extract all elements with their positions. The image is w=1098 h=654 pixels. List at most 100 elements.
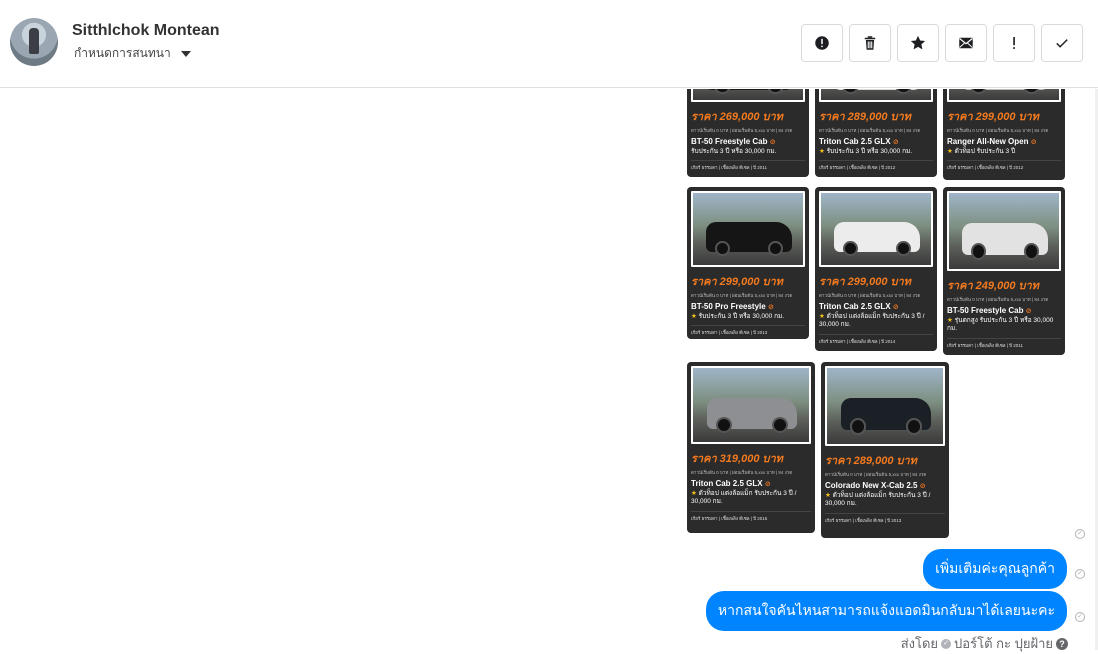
car-listing-card[interactable]: ราคา 289,000 บาท ดาวน์เริ่มต้น 0 บาท | ผ่… bbox=[815, 89, 937, 177]
star-icon: ★ bbox=[947, 317, 955, 324]
car-listing-card[interactable]: ราคา 269,000 บาทดาวน์เริ่มต้น 0 บาท | ผ่… bbox=[687, 89, 809, 177]
conversation-settings-dropdown[interactable]: กำหนดการสนทนา bbox=[74, 44, 191, 63]
car-photo[interactable] bbox=[825, 366, 945, 446]
car-specs: เกียร์ ธรรมดา | เชื้อเพลิง ดีเซล | ปี 20… bbox=[947, 337, 1061, 349]
financing-info: ดาวน์เริ่มต้น 0 บาท | ผ่อนเริ่มต้น 5,xxx… bbox=[691, 293, 793, 298]
car-specs: เกียร์ ธรรมดา | เชื้อเพลิง ดีเซล | ปี 20… bbox=[691, 510, 811, 522]
car-wheel bbox=[971, 89, 987, 94]
car-photo[interactable] bbox=[819, 191, 933, 267]
car-model: BT-50 Freestyle Cab ⊘ bbox=[691, 137, 805, 146]
conversation-header: Sitthlchok Montean กำหนดการสนทนา bbox=[0, 0, 1098, 88]
car-model: Ranger All-New Open ⊘ bbox=[947, 137, 1061, 146]
car-specs: เกียร์ ธรรมดา | เชื้อเพลิง ดีเซล | ปี 20… bbox=[825, 512, 945, 524]
verified-icon: ⊘ bbox=[1025, 308, 1032, 315]
warranty-text: ตัวท็อป รับประกัน 3 ปี bbox=[954, 148, 1016, 155]
verified-icon: ✓ bbox=[941, 638, 952, 649]
trash-icon bbox=[864, 36, 876, 50]
star-icon: ★ bbox=[819, 148, 827, 155]
car-wheel bbox=[767, 89, 784, 94]
car-wheel bbox=[767, 240, 784, 257]
car-model-name: Triton Cab 2.5 GLX bbox=[819, 137, 891, 146]
car-photo[interactable] bbox=[691, 89, 805, 102]
car-price: ราคา 319,000 บาท bbox=[691, 453, 783, 465]
car-photo[interactable] bbox=[947, 191, 1061, 271]
car-photo[interactable] bbox=[947, 89, 1061, 102]
car-model: Triton Cab 2.5 GLX ⊘ bbox=[819, 137, 933, 146]
financing-info: ดาวน์เริ่มต้น 0 บาท | ผ่อนเริ่มต้น 5,xxx… bbox=[819, 293, 921, 298]
car-price: ราคา 289,000 บาท bbox=[819, 111, 911, 123]
star-icon: ★ bbox=[825, 492, 833, 499]
car-wheel bbox=[895, 240, 912, 257]
star-button[interactable] bbox=[897, 24, 939, 62]
car-model-name: Triton Cab 2.5 GLX bbox=[691, 479, 763, 488]
checkmark-icon bbox=[1056, 39, 1068, 48]
warranty-info: ★ ตัวท็อป แต่งล้อแม็ก รับประกัน 3 ปี / 3… bbox=[691, 490, 811, 507]
star-icon: ★ bbox=[947, 148, 955, 155]
car-price: ราคา 289,000 บาท bbox=[825, 455, 917, 467]
car-model-name: Ranger All-New Open bbox=[947, 137, 1029, 146]
verified-icon: ⊘ bbox=[764, 481, 771, 488]
car-listing-card[interactable]: ราคา 249,000 บาท ดาวน์เริ่มต้น 0 บาท | ผ่… bbox=[943, 187, 1065, 355]
sent-by-info: ส่งโดย ✓ ปอร์โต้ กะ ปุยฝ้าย ? bbox=[901, 633, 1068, 654]
car-photo[interactable] bbox=[691, 191, 805, 267]
help-icon[interactable]: ? bbox=[1056, 637, 1068, 650]
financing-info: ดาวน์เริ่มต้น 0 บาท | ผ่อนเริ่มต้น 5,xxx… bbox=[691, 470, 793, 475]
car-listing-card[interactable]: ราคา 299,000 บาท ดาวน์เริ่มต้น 0 บาท | ผ่… bbox=[687, 187, 809, 339]
contact-name[interactable]: Sitthlchok Montean bbox=[72, 22, 220, 40]
delete-button[interactable] bbox=[849, 24, 891, 62]
mark-done-button[interactable] bbox=[1041, 24, 1083, 62]
exclamation-icon bbox=[1013, 37, 1015, 49]
avatar[interactable] bbox=[10, 18, 58, 66]
warranty-text: รับประกัน 3 ปี หรือ 30,000 กม. bbox=[826, 148, 913, 155]
car-listing-card[interactable]: ราคา 319,000 บาทดาวน์เริ่มต้น 0 บาท | ผ่… bbox=[687, 362, 815, 533]
message-bubble[interactable]: เพิ่มเติมค่ะคุณลูกค้า bbox=[923, 549, 1067, 589]
star-icon: ★ bbox=[691, 490, 699, 497]
car-wheel bbox=[715, 89, 731, 94]
verified-icon: ⊘ bbox=[892, 139, 899, 146]
car-wheel bbox=[895, 89, 912, 94]
financing-info: ดาวน์เริ่มต้น 0 บาท | ผ่อนเริ่มต้น 5,xxx… bbox=[691, 128, 793, 133]
car-listing-card[interactable]: ราคา 299,000 บาทดาวน์เริ่มต้น 0 บาท | ผ่… bbox=[943, 89, 1065, 180]
warranty-info: ★ รับประกัน 3 ปี หรือ 30,000 กม. bbox=[819, 148, 933, 156]
star-icon: ★ bbox=[819, 313, 827, 320]
car-wheel bbox=[971, 243, 987, 260]
warranty-info: ★ ตัวท็อป รับประกัน 3 ปี bbox=[947, 148, 1061, 156]
car-price: ราคา 299,000 บาท bbox=[819, 276, 911, 288]
financing-info: ดาวน์เริ่มต้น 0 บาท | ผ่อนเริ่มต้น 5,xxx… bbox=[947, 128, 1049, 133]
car-specs: เกียร์ ธรรมดา | เชื้อเพลิง ดีเซล | ปี 20… bbox=[819, 160, 933, 171]
mark-unread-button[interactable] bbox=[945, 24, 987, 62]
verified-icon: ⊘ bbox=[892, 304, 899, 311]
sent-by-prefix: ส่งโดย bbox=[900, 636, 939, 651]
car-model-name: BT-50 Freestyle Cab bbox=[947, 306, 1024, 315]
conversation-settings-label: กำหนดการสนทนา bbox=[74, 46, 171, 60]
financing-info: ดาวน์เริ่มต้น 0 บาท | ผ่อนเริ่มต้น 5,xxx… bbox=[947, 297, 1049, 302]
car-photo[interactable] bbox=[691, 366, 811, 444]
car-listing-card[interactable]: ราคา 299,000 บาทดาวน์เริ่มต้น 0 บาท | ผ่… bbox=[815, 187, 937, 351]
car-price: ราคา 299,000 บาท bbox=[947, 111, 1039, 123]
spam-button[interactable] bbox=[801, 24, 843, 62]
read-receipt-icon: ✓ bbox=[1075, 569, 1085, 579]
financing-info: ดาวน์เริ่มต้น 0 บาท | ผ่อนเริ่มต้น 5,xxx… bbox=[825, 472, 927, 477]
message-bubble[interactable]: หากสนใจคันไหนสามารถแจ้งแอดมินกลับมาได้เล… bbox=[705, 591, 1067, 631]
car-wheel bbox=[716, 416, 733, 434]
follow-up-button[interactable] bbox=[993, 24, 1035, 62]
car-price: ราคา 269,000 บาท bbox=[691, 111, 783, 123]
car-photo[interactable] bbox=[819, 89, 933, 102]
car-model-name: BT-50 Freestyle Cab bbox=[691, 137, 768, 146]
read-receipt-icon: ✓ bbox=[1075, 529, 1085, 539]
car-model: Triton Cab 2.5 GLX ⊘ bbox=[691, 479, 811, 488]
car-specs: เกียร์ ธรรมดา | เชื้อเพลิง ดีเซล | ปี 20… bbox=[691, 160, 805, 171]
car-model: Colorado New X-Cab 2.5 ⊘ bbox=[825, 481, 945, 490]
warranty-info: รับประกัน 3 ปี หรือ 30,000 กม. bbox=[691, 148, 805, 156]
car-wheel bbox=[850, 418, 867, 435]
warranty-text: รับประกัน 3 ปี หรือ 30,000 กม. bbox=[698, 313, 785, 320]
car-model: Triton Cab 2.5 GLX ⊘ bbox=[819, 302, 933, 311]
car-model: BT-50 Pro Freestyle ⊘ bbox=[691, 302, 805, 311]
verified-icon: ⊘ bbox=[1030, 139, 1037, 146]
sent-by-author: ปอร์โต้ กะ ปุยฝ้าย bbox=[954, 636, 1053, 651]
warranty-info: ★ รับประกัน 3 ปี หรือ 30,000 กม. bbox=[691, 313, 805, 321]
star-icon bbox=[910, 35, 926, 50]
car-specs: เกียร์ ธรรมดา | เชื้อเพลิง ดีเซล | ปี 20… bbox=[819, 333, 933, 345]
car-listing-card[interactable]: ราคา 289,000 บาทดาวน์เริ่มต้น 0 บาท | ผ่… bbox=[821, 362, 949, 538]
car-wheel bbox=[1023, 89, 1040, 94]
